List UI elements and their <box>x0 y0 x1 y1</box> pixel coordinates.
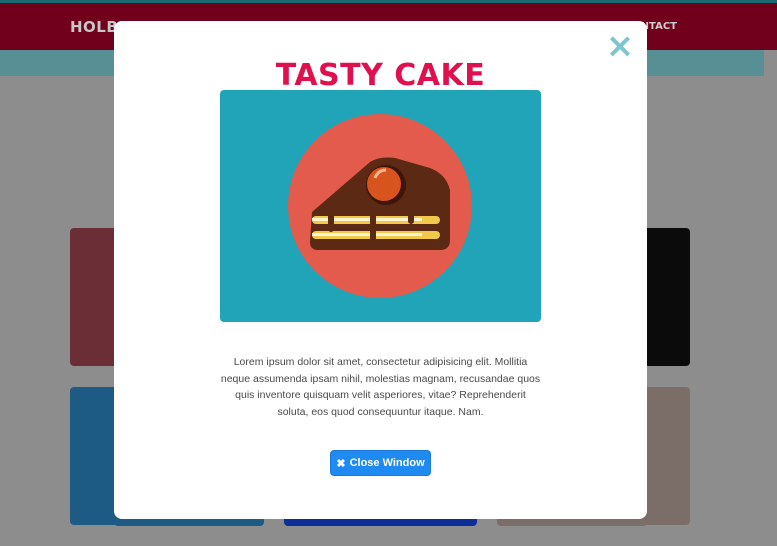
close-icon: ✖ <box>336 457 346 470</box>
chocolate-drip <box>370 208 376 243</box>
modal-window: × TASTY CAKE Lorem ipsum dolor sit amet,… <box>114 21 647 519</box>
cake-illustration <box>220 90 541 322</box>
close-icon[interactable]: × <box>605 29 635 63</box>
chocolate-drip <box>328 208 334 232</box>
close-window-label: Close Window <box>349 457 425 469</box>
cake-slice-icon <box>288 114 472 298</box>
modal-body-text: Lorem ipsum dolor sit amet, consectetur … <box>220 356 541 418</box>
close-window-button[interactable]: ✖ Close Window <box>330 450 431 476</box>
chocolate-drip <box>408 202 414 224</box>
modal-title: TASTY CAKE <box>275 58 486 93</box>
cherry <box>367 167 401 201</box>
cream-highlight <box>312 233 422 236</box>
